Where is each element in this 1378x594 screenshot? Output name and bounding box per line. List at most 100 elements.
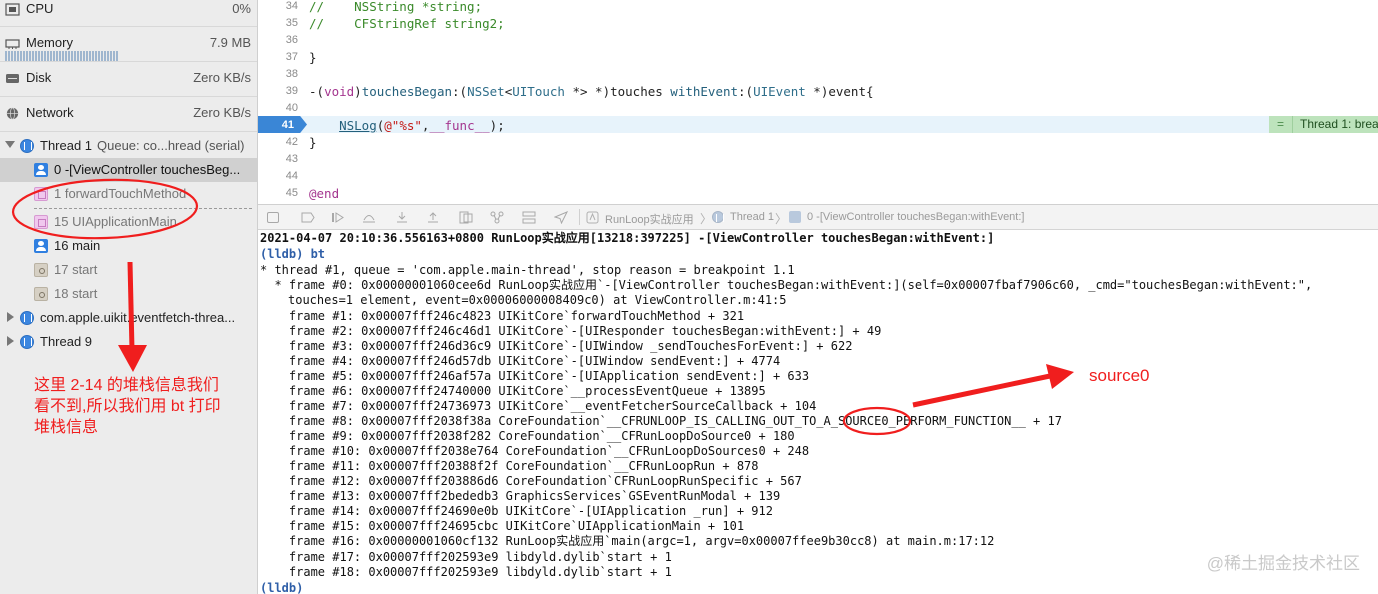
disclosure-collapsed-icon[interactable] (7, 312, 14, 322)
system-frame-icon (34, 287, 48, 301)
console-line-source0: frame #8: 0x00007fff2038f38a CoreFoundat… (260, 414, 1062, 428)
console-line: frame #4: 0x00007fff246d57db UIKitCore`-… (260, 354, 781, 368)
frame-label: 18 start (54, 286, 98, 301)
app-target-icon (586, 211, 599, 224)
frame-row-16[interactable]: 16 main (0, 234, 257, 258)
thread-row-thread-9[interactable]: Thread 9 (0, 330, 257, 354)
console-line: frame #18: 0x00007fff202593e9 libdyld.dy… (260, 565, 672, 579)
user-frame-icon (34, 239, 48, 253)
watermark: @稀土掘金技术社区 (1206, 554, 1360, 573)
step-into-icon[interactable] (395, 211, 409, 224)
divider (579, 209, 580, 225)
annotation-note-line: 这里 2-14 的堆栈信息我们 (34, 377, 219, 394)
annotation-note-line: 堆栈信息 (34, 419, 99, 436)
debug-console[interactable]: 2021-04-07 20:10:36.556163+0800 RunLoop实… (258, 230, 1378, 594)
thread-icon (20, 139, 34, 153)
console-line: frame #9: 0x00007fff2038f282 CoreFoundat… (260, 429, 795, 443)
thread-name: Thread 1 (40, 138, 93, 153)
breakpoints-toggle-icon[interactable] (301, 211, 315, 224)
frame-row-1[interactable]: 1 forwardTouchMethod (0, 182, 257, 206)
disk-gauge[interactable]: Disk Zero KB/s (0, 61, 257, 95)
system-frame-icon (34, 187, 48, 201)
thread-icon (20, 311, 34, 325)
thread-icon (20, 335, 34, 349)
frame-row-18[interactable]: 18 start (0, 282, 257, 306)
console-line: frame #5: 0x00007fff246af57a UIKitCore`-… (260, 369, 810, 383)
hide-console-icon[interactable] (267, 212, 279, 223)
console-line: frame #12: 0x00007fff203886d6 CoreFounda… (260, 474, 802, 488)
console-line: frame #13: 0x00007fff2bededb3 GraphicsSe… (260, 489, 781, 503)
thread-row-thread-1[interactable]: Thread 1 Queue: co...hread (serial) (0, 134, 257, 158)
cpu-value: 0% (232, 1, 251, 16)
cpu-gauge[interactable]: CPU 0% (0, 0, 257, 26)
disk-icon (6, 74, 19, 83)
thread-stop-badge[interactable]: = Thread 1: breakpoint 1.1 (1269, 116, 1378, 133)
frame-label: 1 forwardTouchMethod (54, 186, 187, 201)
code-line: @end (309, 186, 340, 201)
code-line: } (309, 135, 317, 150)
breadcrumb-separator: 〉 (700, 212, 713, 226)
breadcrumb-separator: 〉 (775, 212, 788, 226)
thread-stop-label: Thread 1: breakpoint 1.1 (1300, 117, 1378, 131)
line-number: 36 (285, 34, 298, 46)
console-line: frame #16: 0x00000001060cf132 RunLoop实战应… (260, 534, 995, 548)
simulate-location-icon[interactable] (554, 211, 568, 224)
console-line: frame #6: 0x00007fff24740000 UIKitCore`_… (260, 384, 766, 398)
debug-navigator: CPU 0% Memory 7.9 MB Disk Zero KB/s Netw… (0, 0, 258, 594)
frame-row-17[interactable]: 17 start (0, 258, 257, 282)
thread-queue: Queue: co...hread (serial) (97, 138, 245, 153)
line-number: 34 (285, 0, 298, 12)
code-line: // CFStringRef string2; (309, 16, 505, 31)
memory-gauge[interactable]: Memory 7.9 MB (0, 26, 257, 62)
code-line: // NSString *string; (309, 0, 483, 14)
disclosure-collapsed-icon[interactable] (7, 336, 14, 346)
memory-value: 7.9 MB (209, 35, 251, 50)
console-line: frame #7: 0x00007fff24736973 UIKitCore`_… (260, 399, 817, 413)
frame-label: 15 UIApplicationMain (54, 214, 177, 229)
network-gauge[interactable]: Network Zero KB/s (0, 96, 257, 130)
divider (0, 131, 257, 132)
source-editor[interactable]: 34 // NSString *string; 35 // CFStringRe… (258, 0, 1378, 204)
breadcrumb-thread[interactable]: Thread 1 (730, 211, 774, 223)
system-frame-icon (34, 263, 48, 277)
console-line: frame #1: 0x00007fff246c4823 UIKitCore`f… (260, 309, 745, 323)
line-number: 44 (285, 170, 298, 182)
console-line: frame #15: 0x00007fff24695cbc UIKitCore`… (260, 519, 745, 533)
breadcrumb-app[interactable]: RunLoop实战应用 (605, 211, 694, 227)
memory-label: Memory (26, 35, 73, 50)
equals-icon: = (1269, 116, 1293, 133)
memory-graph-icon[interactable] (490, 211, 504, 224)
thread-name: Thread 9 (40, 334, 93, 349)
debug-bar: RunLoop实战应用 〉 Thread 1 〉 0 -[ViewControl… (258, 204, 1378, 230)
line-number: 39 (285, 85, 298, 97)
console-log-line: 2021-04-07 20:10:36.556163+0800 RunLoop实… (260, 231, 995, 245)
view-debugger-icon[interactable] (459, 211, 473, 224)
code-line-current: NSLog(@"%s",__func__); (339, 118, 505, 133)
memory-icon (5, 39, 20, 49)
line-number: 35 (285, 17, 298, 29)
network-label: Network (26, 105, 74, 120)
console-line: * thread #1, queue = 'com.apple.main-thr… (260, 263, 795, 277)
disk-value: Zero KB/s (193, 70, 251, 85)
thread-name: com.apple.uikit.eventfetch-threa... (40, 310, 236, 325)
disclosure-expanded-icon[interactable] (5, 141, 15, 148)
console-line: frame #3: 0x00007fff246d36c9 UIKitCore`-… (260, 339, 853, 353)
console-line: frame #10: 0x00007fff2038e764 CoreFounda… (260, 444, 810, 458)
frame-row-0[interactable]: 0 -[ViewController touchesBeg... (0, 158, 257, 182)
step-out-icon[interactable] (426, 211, 440, 224)
continue-icon[interactable] (331, 211, 345, 224)
console-line: frame #11: 0x00007fff20388f2f CoreFounda… (260, 459, 759, 473)
frame-label: 17 start (54, 262, 98, 277)
line-number-current: 41 (281, 119, 294, 131)
environment-overrides-icon[interactable] (522, 211, 536, 224)
thread-row-eventfetch[interactable]: com.apple.uikit.eventfetch-threa... (0, 306, 257, 330)
network-value: Zero KB/s (193, 105, 251, 120)
collapsed-frames-separator (34, 208, 252, 209)
lldb-prompt[interactable]: (lldb) (260, 581, 303, 594)
line-number: 40 (285, 102, 298, 114)
annotation-note-line: 看不到,所以我们用 bt 打印 (34, 398, 221, 415)
breadcrumb-frame[interactable]: 0 -[ViewController touchesBegan:withEven… (807, 211, 1024, 223)
frame-row-15[interactable]: 15 UIApplicationMain (0, 210, 257, 234)
step-over-icon[interactable] (362, 211, 376, 224)
cpu-label: CPU (26, 1, 54, 16)
